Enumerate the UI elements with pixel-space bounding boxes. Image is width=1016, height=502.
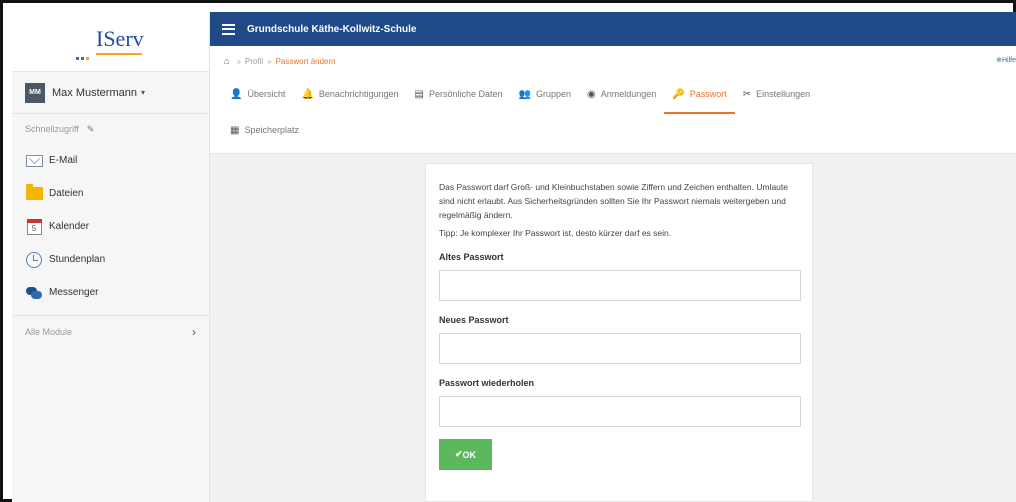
tab-label: Einstellungen bbox=[756, 89, 811, 99]
clock-icon bbox=[25, 251, 43, 268]
logo[interactable]: IServ bbox=[12, 12, 209, 72]
breadcrumb-separator: » bbox=[267, 56, 272, 66]
screen-frame: IServ MM Max Mustermann ▾ Schnellzugriff… bbox=[0, 0, 1016, 502]
tab-overview[interactable]: 👤 Übersicht bbox=[222, 82, 293, 106]
tab-storage[interactable]: ▦ Speicherplatz bbox=[222, 118, 307, 142]
sidebar-item-label: E-Mail bbox=[49, 155, 78, 166]
mail-icon bbox=[25, 153, 43, 169]
profile-tabs: 👤 Übersicht 🔔 Benachrichtigungen ▤ Persönli… bbox=[222, 82, 818, 114]
calendar-icon: 5 bbox=[25, 218, 43, 235]
repeat-password-input[interactable] bbox=[439, 396, 801, 427]
logo-underline bbox=[96, 53, 142, 55]
tab-label: Speicherplatz bbox=[244, 125, 299, 135]
tab-label: Gruppen bbox=[535, 89, 571, 99]
sidebar-item-label: Kalender bbox=[49, 221, 90, 232]
content-header: ⌂ » Profil » Passwort ändern ⊕Hilfe 👤 Übe… bbox=[210, 46, 1016, 154]
chevron-down-icon: ▾ bbox=[140, 88, 145, 97]
logo-text: IServ bbox=[96, 26, 144, 51]
sidebar-item-files[interactable]: Dateien bbox=[12, 177, 209, 210]
key-icon: 🔑 bbox=[672, 88, 685, 100]
tab-label: Übersicht bbox=[247, 89, 286, 99]
school-name: Grundschule Käthe-Kollwitz-Schule bbox=[247, 23, 417, 35]
new-password-label: Neues Passwort bbox=[439, 315, 509, 325]
all-modules-link[interactable]: Alle Module › bbox=[12, 315, 209, 348]
tab-label: Anmeldungen bbox=[600, 89, 657, 99]
breadcrumb-profile[interactable]: Profil bbox=[245, 57, 263, 66]
user-name: Max Mustermann bbox=[52, 86, 137, 99]
sidebar-item-label: Dateien bbox=[49, 188, 84, 199]
help-label: Hilfe bbox=[1001, 57, 1016, 64]
new-password-input[interactable] bbox=[439, 333, 801, 364]
storage-icon: ▦ bbox=[230, 124, 240, 136]
messenger-icon bbox=[25, 285, 43, 301]
sidebar-item-email[interactable]: E-Mail bbox=[12, 144, 209, 177]
person-icon: 👤 bbox=[230, 88, 243, 100]
home-icon[interactable]: ⌂ bbox=[224, 56, 229, 66]
avatar: MM bbox=[25, 82, 45, 103]
folder-icon bbox=[25, 184, 43, 202]
tab-personal-data[interactable]: ▤ Persönliche Daten bbox=[406, 82, 510, 106]
breadcrumb: ⌂ » Profil » Passwort ändern bbox=[224, 56, 336, 66]
tab-groups[interactable]: 👥 Gruppen bbox=[510, 82, 578, 106]
sidebar-item-calendar[interactable]: 5 Kalender bbox=[12, 210, 209, 243]
calendar-day: 5 bbox=[26, 218, 42, 235]
chevron-right-icon: › bbox=[192, 325, 196, 339]
ok-label: OK bbox=[462, 449, 477, 460]
tab-label: Benachrichtigungen bbox=[318, 89, 399, 99]
shortcuts-label: Schnellzugriff bbox=[25, 124, 79, 134]
password-info: Das Passwort darf Groß- und Kleinbuchsta… bbox=[439, 182, 788, 220]
password-form: Das Passwort darf Groß- und Kleinbuchsta… bbox=[425, 163, 813, 502]
profile-tabs-row2: ▦ Speicherplatz bbox=[222, 118, 307, 142]
user-menu[interactable]: MM Max Mustermann ▾ bbox=[12, 72, 209, 114]
all-modules-label: Alle Module bbox=[25, 327, 73, 337]
tab-logins[interactable]: ◉ Anmeldungen bbox=[579, 82, 664, 106]
sidebar: IServ MM Max Mustermann ▾ Schnellzugriff… bbox=[12, 12, 210, 502]
old-password-label: Altes Passwort bbox=[439, 252, 504, 262]
tab-notifications[interactable]: 🔔 Benachrichtigungen bbox=[293, 82, 406, 106]
check-icon: ✔ bbox=[454, 449, 463, 459]
tools-icon: ✂ bbox=[742, 88, 752, 100]
bell-icon: 🔔 bbox=[301, 88, 314, 100]
eye-icon: ◉ bbox=[586, 88, 596, 100]
breadcrumb-separator: » bbox=[236, 56, 241, 66]
breadcrumb-current: Passwort ändern bbox=[275, 56, 336, 66]
group-icon: 👥 bbox=[518, 88, 531, 100]
repeat-password-label: Passwort wiederholen bbox=[439, 378, 535, 388]
password-tip: Tipp: Je komplexer Ihr Passwort ist, des… bbox=[439, 228, 672, 238]
tab-label: Persönliche Daten bbox=[428, 89, 503, 99]
tab-password[interactable]: 🔑 Passwort bbox=[664, 82, 736, 114]
shortcuts-header: Schnellzugriff ✎ bbox=[12, 114, 209, 144]
tab-settings[interactable]: ✂ Einstellungen bbox=[735, 82, 818, 106]
sidebar-item-timetable[interactable]: Stundenplan bbox=[12, 243, 209, 276]
top-bar: Grundschule Käthe-Kollwitz-Schule bbox=[210, 12, 1016, 46]
tab-label: Passwort bbox=[689, 89, 727, 99]
menu-icon[interactable] bbox=[222, 23, 235, 35]
id-card-icon: ▤ bbox=[414, 88, 424, 100]
sidebar-item-label: Stundenplan bbox=[49, 254, 106, 265]
pencil-icon[interactable]: ✎ bbox=[87, 124, 95, 135]
old-password-input[interactable] bbox=[439, 270, 801, 301]
logo-dots bbox=[76, 52, 96, 60]
ok-button[interactable]: ✔ OK bbox=[439, 439, 492, 470]
help-link[interactable]: ⊕Hilfe bbox=[996, 56, 1016, 64]
sidebar-item-label: Messenger bbox=[49, 287, 99, 298]
sidebar-item-messenger[interactable]: Messenger bbox=[12, 276, 209, 309]
